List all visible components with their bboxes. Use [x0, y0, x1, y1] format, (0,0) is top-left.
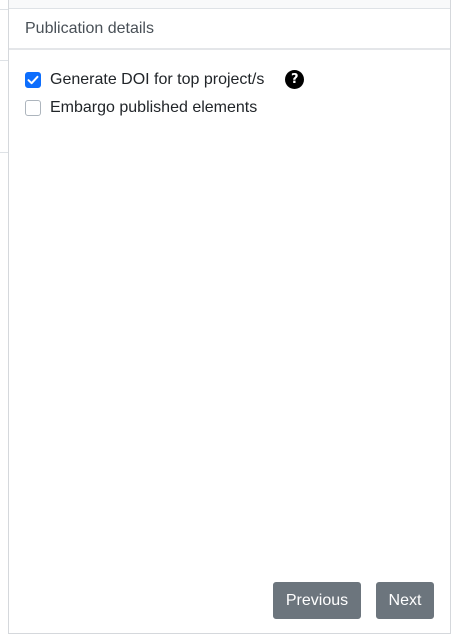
next-button[interactable]: Next	[376, 582, 434, 619]
publication-details-panel: Publication details Generate DOI for top…	[8, 0, 451, 634]
embargo-label[interactable]: Embargo published elements	[50, 99, 257, 117]
generate-doi-checkbox[interactable]	[25, 71, 41, 88]
background-page-fragment	[0, 60, 8, 153]
publish-wizard-viewport: Publication details Generate DOI for top…	[0, 0, 452, 635]
previous-button[interactable]: Previous	[273, 582, 361, 619]
panel-top-strip	[9, 0, 450, 9]
checkmark-icon	[27, 75, 39, 84]
generate-doi-option[interactable]: Generate DOI for top project/s ?	[25, 70, 305, 89]
generate-doi-label[interactable]: Generate DOI for top project/s	[50, 71, 264, 89]
embargo-option[interactable]: Embargo published elements	[25, 99, 257, 117]
background-divider	[0, 9, 8, 10]
embargo-checkbox[interactable]	[25, 100, 41, 116]
section-header: Publication details	[9, 10, 450, 50]
section-title: Publication details	[25, 20, 154, 37]
question-circle-icon[interactable]: ?	[285, 70, 305, 89]
